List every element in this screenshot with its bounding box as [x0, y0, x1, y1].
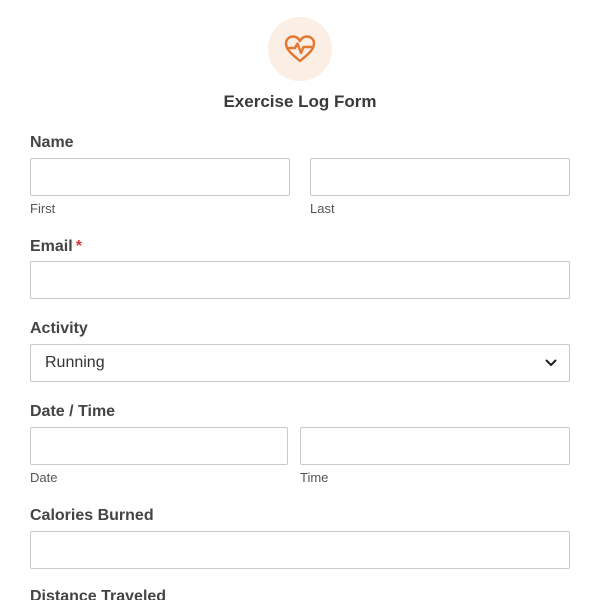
chevron-down-icon [545, 357, 557, 369]
time-sublabel: Time [300, 470, 329, 485]
time-input[interactable] [300, 427, 570, 465]
email-input[interactable] [30, 261, 570, 299]
heart-pulse-icon [284, 35, 316, 63]
required-asterisk: * [75, 238, 82, 255]
distance-label: Distance Traveled [30, 588, 167, 600]
date-sublabel: Date [30, 470, 58, 485]
date-input[interactable] [30, 427, 288, 465]
datetime-label: Date / Time [30, 403, 116, 420]
last-name-sublabel: Last [310, 201, 335, 216]
email-label-text: Email [30, 238, 73, 255]
last-name-input[interactable] [310, 158, 570, 196]
email-label: Email * [30, 238, 82, 256]
calories-input[interactable] [30, 531, 570, 569]
form-title: Exercise Log Form [223, 92, 377, 111]
name-label: Name [30, 134, 74, 151]
form-logo [268, 17, 332, 81]
activity-selected-value: Running [45, 354, 105, 371]
first-name-input[interactable] [30, 158, 290, 196]
activity-select[interactable]: Running [30, 344, 570, 382]
activity-label: Activity [30, 320, 88, 337]
exercise-log-form-page: Exercise Log Form Name First Last Email *… [0, 0, 600, 600]
calories-label: Calories Burned [30, 507, 154, 524]
first-name-sublabel: First [30, 201, 56, 216]
